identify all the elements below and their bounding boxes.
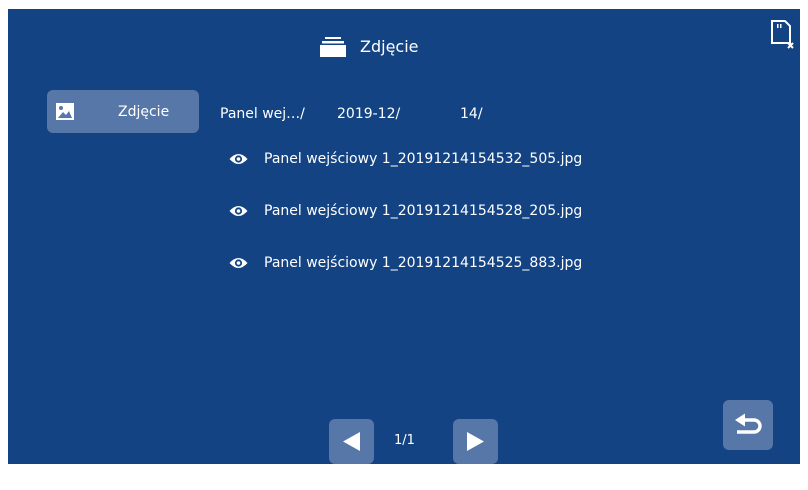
back-button[interactable] (723, 400, 773, 450)
screen: Zdjęcie Zdjęcie Panel wej…/ 2019-12/ 14/… (8, 9, 800, 464)
triangle-left-icon (343, 432, 360, 451)
eye-icon (229, 206, 248, 216)
prev-page-button[interactable] (329, 419, 374, 464)
page-indicator: 1/1 (394, 433, 415, 448)
file-name: Panel wejściowy 1_20191214154532_505.jpg (264, 151, 583, 167)
eye-icon (229, 154, 248, 164)
triangle-right-icon (467, 432, 484, 451)
image-icon (56, 103, 74, 120)
sidebar-item-photos[interactable]: Zdjęcie (47, 90, 199, 133)
folder-stack-icon (320, 37, 346, 57)
file-name: Panel wejściowy 1_20191214154528_205.jpg (264, 203, 583, 219)
breadcrumb: Panel wej…/ 2019-12/ 14/ (220, 105, 483, 195)
header: Zdjęcie (8, 35, 800, 61)
breadcrumb-day[interactable]: 14/ (460, 105, 483, 123)
eye-icon (229, 258, 248, 268)
file-name: Panel wejściowy 1_20191214154525_883.jpg (264, 255, 583, 271)
return-arrow-icon (735, 413, 762, 434)
next-page-button[interactable] (453, 419, 498, 464)
sd-card-removed-icon (771, 20, 794, 49)
page-title: Zdjęcie (360, 37, 419, 56)
breadcrumb-month[interactable]: 2019-12/ (337, 105, 400, 123)
sidebar-item-label: Zdjęcie (118, 104, 170, 120)
breadcrumb-folder[interactable]: Panel wej…/ (220, 105, 305, 123)
